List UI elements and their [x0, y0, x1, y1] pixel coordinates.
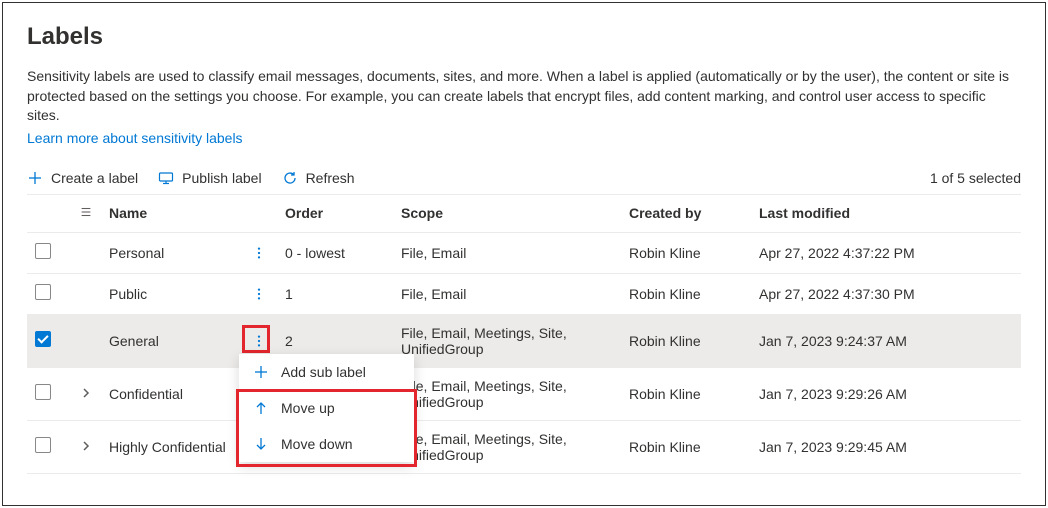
selection-status: 1 of 5 selected: [930, 170, 1021, 186]
row-last-modified: Apr 27, 2022 4:37:30 PM: [751, 273, 1021, 314]
arrow-up-icon: [253, 400, 269, 416]
row-last-modified: Jan 7, 2023 9:29:45 AM: [751, 420, 1021, 473]
learn-more-link[interactable]: Learn more about sensitivity labels: [27, 130, 243, 146]
menu-add-sub-label-text: Add sub label: [281, 364, 366, 380]
row-scope: File, Email: [393, 273, 621, 314]
refresh-button[interactable]: Refresh: [282, 170, 355, 186]
row-last-modified: Jan 7, 2023 9:24:37 AM: [751, 314, 1021, 367]
row-checkbox[interactable]: [35, 437, 51, 453]
col-header-order[interactable]: Order: [277, 194, 393, 232]
table-row[interactable]: Public 1File, EmailRobin KlineApr 27, 202…: [27, 273, 1021, 314]
list-icon[interactable]: [79, 206, 93, 222]
table-row[interactable]: Personal 0 - lowestFile, EmailRobin Kline…: [27, 232, 1021, 273]
menu-move-down-text: Move down: [281, 436, 353, 452]
plus-icon: [27, 170, 43, 186]
menu-move-down[interactable]: Move down: [239, 426, 414, 462]
create-label-button[interactable]: Create a label: [27, 170, 138, 186]
row-checkbox[interactable]: [35, 243, 51, 259]
row-created-by: Robin Kline: [621, 420, 751, 473]
publish-label-button[interactable]: Publish label: [158, 170, 261, 186]
more-actions-icon[interactable]: [249, 331, 269, 351]
menu-move-up-text: Move up: [281, 400, 335, 416]
labels-table: Name Order Scope Created by Last modifie…: [27, 194, 1021, 474]
col-header-created-by[interactable]: Created by: [621, 194, 751, 232]
row-name: Public: [101, 273, 241, 314]
row-checkbox[interactable]: [35, 384, 51, 400]
plus-icon: [253, 364, 269, 380]
row-checkbox[interactable]: [35, 284, 51, 300]
page-title: Labels: [27, 23, 1021, 51]
col-header-name[interactable]: Name: [101, 194, 241, 232]
publish-icon: [158, 170, 174, 186]
row-checkbox[interactable]: [35, 331, 51, 347]
page-description: Sensitivity labels are used to classify …: [27, 67, 1017, 126]
row-last-modified: Jan 7, 2023 9:29:26 AM: [751, 367, 1021, 420]
context-menu: Add sub label Move up Move down: [239, 354, 414, 462]
row-created-by: Robin Kline: [621, 367, 751, 420]
row-created-by: Robin Kline: [621, 232, 751, 273]
col-header-scope[interactable]: Scope: [393, 194, 621, 232]
row-scope: File, Email, Meetings, Site, UnifiedGrou…: [393, 420, 621, 473]
table-row[interactable]: General2File, Email, Meetings, Site, Uni…: [27, 314, 1021, 367]
chevron-right-icon[interactable]: [80, 440, 92, 452]
row-scope: File, Email: [393, 232, 621, 273]
refresh-icon: [282, 170, 298, 186]
row-created-by: Robin Kline: [621, 314, 751, 367]
row-name: General: [101, 314, 241, 367]
row-name: Confidential: [101, 367, 241, 420]
more-actions-icon[interactable]: [249, 284, 269, 304]
row-name: Personal: [101, 232, 241, 273]
arrow-down-icon: [253, 436, 269, 452]
chevron-right-icon[interactable]: [80, 387, 92, 399]
menu-move-up[interactable]: Move up: [239, 390, 414, 426]
row-created-by: Robin Kline: [621, 273, 751, 314]
col-header-last-modified[interactable]: Last modified: [751, 194, 1021, 232]
row-scope: File, Email, Meetings, Site, UnifiedGrou…: [393, 314, 621, 367]
refresh-text: Refresh: [306, 170, 355, 186]
table-row[interactable]: Confidential File, Email, Meetings, Site,…: [27, 367, 1021, 420]
table-row[interactable]: Highly Confidential File, Email, Meetings…: [27, 420, 1021, 473]
row-order: 0 - lowest: [277, 232, 393, 273]
publish-label-text: Publish label: [182, 170, 261, 186]
menu-add-sub-label[interactable]: Add sub label: [239, 354, 414, 390]
row-name: Highly Confidential: [101, 420, 241, 473]
row-last-modified: Apr 27, 2022 4:37:22 PM: [751, 232, 1021, 273]
more-actions-icon[interactable]: [249, 243, 269, 263]
row-scope: File, Email, Meetings, Site, UnifiedGrou…: [393, 367, 621, 420]
create-label-text: Create a label: [51, 170, 138, 186]
row-order: 1: [277, 273, 393, 314]
